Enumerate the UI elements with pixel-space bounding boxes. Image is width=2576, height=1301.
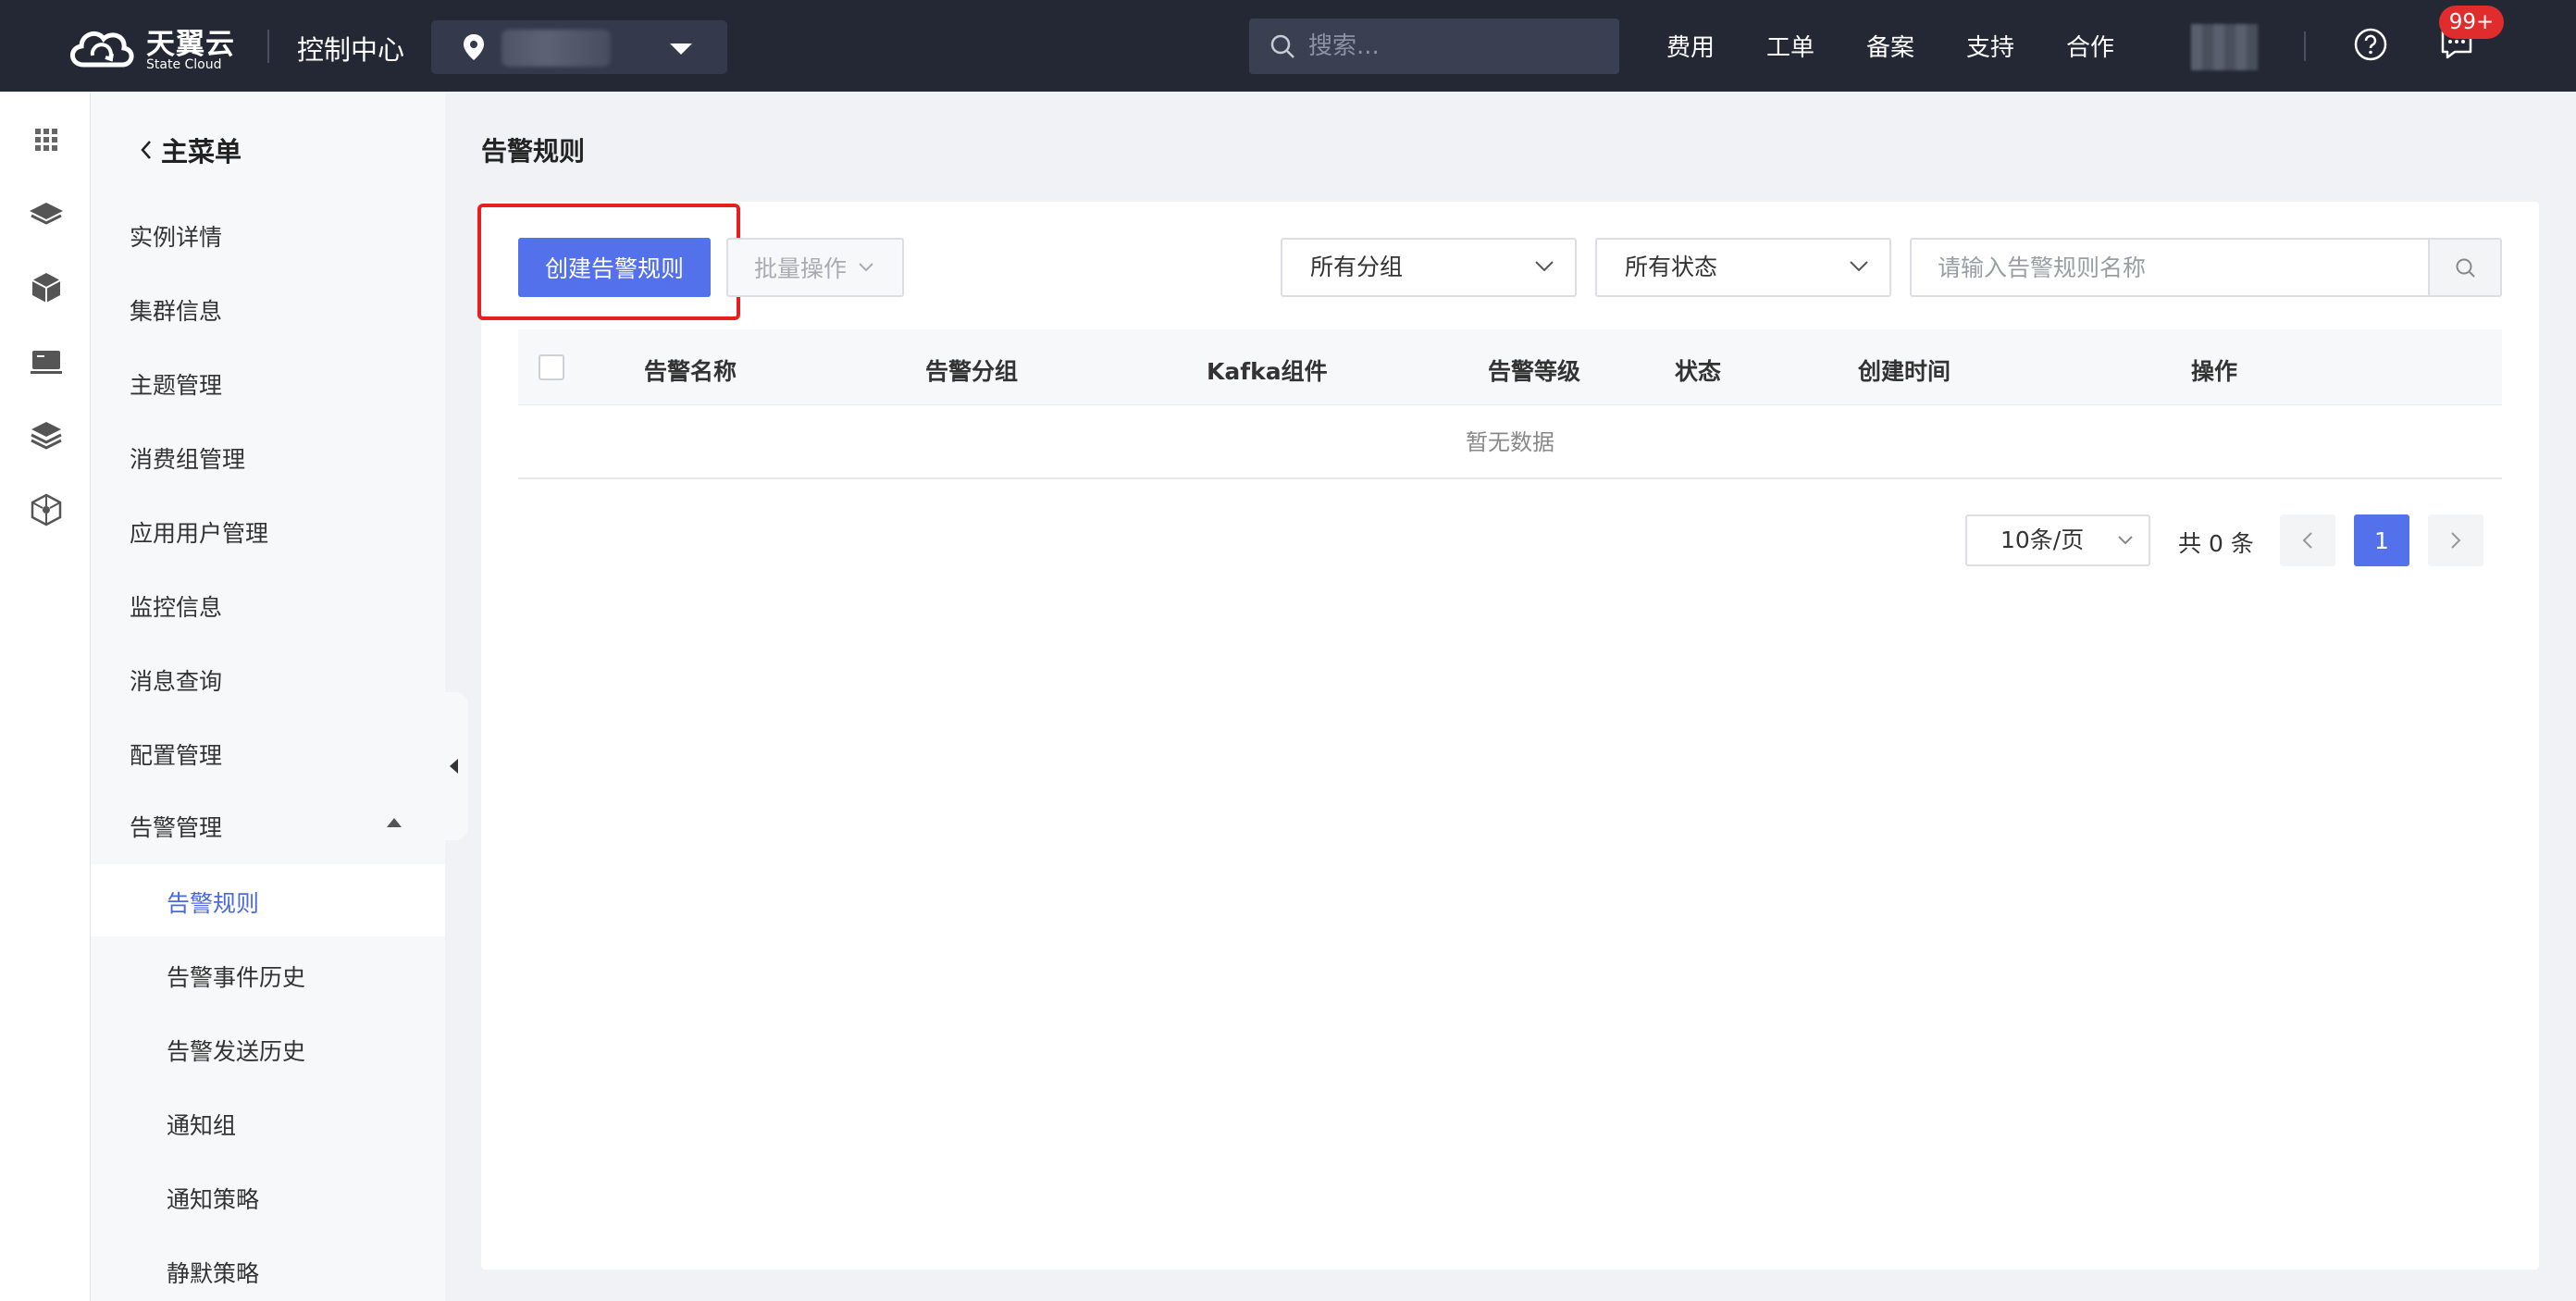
top-nav: 费用 工单 备案 支持 合作 [1666, 29, 2166, 63]
alarm-name-search [1910, 238, 2502, 297]
brand-name: 天翼云 [146, 28, 235, 61]
nav-support[interactable]: 支持 [1966, 29, 2066, 63]
column-actions: 操作 [2191, 358, 2238, 385]
page-title: 告警规则 [481, 136, 586, 167]
menu-cluster-info[interactable]: 集群信息 [130, 293, 222, 327]
pagination-next-button[interactable] [2428, 514, 2483, 566]
chevron-right-icon [2451, 532, 2461, 549]
apps-grid-icon[interactable] [28, 121, 65, 158]
chevron-up-icon[interactable] [387, 818, 402, 827]
brand-subtitle: State Cloud [146, 57, 222, 72]
menu-consumer-group[interactable]: 消费组管理 [130, 441, 245, 475]
submenu-alarm-rules[interactable]: 告警规则 [167, 886, 259, 919]
column-kafka-component[interactable]: Kafka组件 [1207, 353, 1328, 387]
top-bar: 天翼云 State Cloud 控制中心 费用 工单 备案 支持 合作 9 [0, 0, 2576, 92]
group-filter-select[interactable]: 所有分组 [1281, 238, 1577, 297]
console-title[interactable]: 控制中心 [297, 29, 404, 68]
batch-operation-label: 批量操作 [754, 255, 848, 282]
network-icon[interactable] [28, 491, 65, 528]
group-filter-value: 所有分组 [1310, 254, 1404, 280]
submenu-alarm-event-history[interactable]: 告警事件历史 [167, 960, 305, 993]
menu-alarm-management[interactable]: 告警管理 [130, 810, 222, 843]
submenu-notify-policy[interactable]: 通知策略 [167, 1182, 259, 1215]
alarm-name-search-input[interactable] [1938, 249, 2419, 286]
monitor-icon[interactable] [28, 343, 65, 380]
column-alarm-name[interactable]: 告警名称 [644, 353, 737, 387]
layers-icon[interactable] [28, 195, 65, 232]
nav-billing[interactable]: 费用 [1666, 29, 1766, 63]
divider [2304, 31, 2306, 61]
side-menu: 主菜单 实例详情 集群信息 主题管理 消费组管理 应用用户管理 监控信息 消息查… [91, 92, 445, 1301]
main-menu-label: 主菜单 [161, 136, 242, 167]
column-created-time[interactable]: 创建时间 [1858, 353, 1951, 387]
menu-message-query[interactable]: 消息查询 [130, 663, 222, 697]
cloud-logo-icon [70, 31, 134, 68]
column-alarm-level[interactable]: 告警等级 [1488, 353, 1580, 387]
nav-partner[interactable]: 合作 [2066, 29, 2166, 63]
column-status[interactable]: 状态 [1675, 353, 1721, 387]
global-search-input[interactable] [1308, 30, 1586, 63]
collapse-left-icon [450, 759, 458, 774]
batch-operation-button[interactable]: 批量操作 [726, 238, 904, 297]
help-icon[interactable] [2354, 28, 2387, 61]
nav-filing[interactable]: 备案 [1866, 29, 1966, 63]
search-icon [1270, 34, 1294, 58]
region-name-redacted [502, 30, 611, 67]
nav-tickets[interactable]: 工单 [1766, 29, 1866, 63]
pagination-total: 共 0 条 [2178, 530, 2254, 557]
chevron-down-icon [1535, 261, 1554, 272]
divider [267, 30, 269, 63]
menu-instance-details[interactable]: 实例详情 [130, 219, 222, 253]
page-size-value: 10条/页 [2000, 527, 2085, 553]
global-search[interactable] [1249, 19, 1619, 74]
table-header: 告警名称 告警分组 Kafka组件 告警等级 状态 创建时间 操作 [518, 329, 2502, 405]
alarm-rules-card: 创建告警规则 批量操作 所有分组 所有状态 告警名称 告警分组 Kafka组件 [477, 202, 2539, 1270]
create-alarm-rule-button[interactable]: 创建告警规则 [518, 238, 711, 297]
menu-app-users[interactable]: 应用用户管理 [130, 515, 268, 549]
chevron-left-icon [2302, 532, 2312, 549]
submenu-silence-policy[interactable]: 静默策略 [167, 1256, 259, 1289]
menu-monitoring[interactable]: 监控信息 [130, 589, 222, 623]
state-cloud-logo[interactable]: 天翼云 State Cloud [65, 22, 259, 72]
submenu-notify-group[interactable]: 通知组 [167, 1108, 236, 1141]
main-menu-back[interactable]: 主菜单 [139, 130, 242, 169]
product-icon-rail [0, 92, 91, 1301]
page-size-select[interactable]: 10条/页 [1965, 514, 2150, 566]
menu-config-management[interactable]: 配置管理 [130, 737, 222, 771]
search-icon [2456, 258, 2475, 278]
location-pin-icon [464, 34, 484, 60]
chevron-down-icon [1850, 261, 1868, 272]
submenu-alarm-send-history[interactable]: 告警发送历史 [167, 1034, 305, 1067]
chevron-down-icon [859, 263, 873, 272]
pagination-page-1[interactable]: 1 [2354, 514, 2409, 566]
user-avatar[interactable] [2191, 24, 2258, 70]
status-filter-select[interactable]: 所有状态 [1595, 238, 1891, 297]
notification-badge: 99+ [2439, 6, 2504, 39]
alarm-name-search-button[interactable] [2428, 240, 2500, 295]
menu-topic-management[interactable]: 主题管理 [130, 367, 222, 401]
column-alarm-group[interactable]: 告警分组 [925, 353, 1018, 387]
stack-icon[interactable] [28, 417, 65, 454]
status-filter-value: 所有状态 [1625, 254, 1718, 280]
cube-icon[interactable] [28, 269, 65, 306]
sidebar-collapse-handle[interactable] [444, 692, 468, 840]
select-all-checkbox[interactable] [539, 354, 564, 380]
chevron-down-icon [2118, 536, 2133, 545]
pagination-prev-button[interactable] [2280, 514, 2335, 566]
chevron-down-icon [670, 43, 692, 55]
region-select[interactable] [431, 20, 727, 74]
chevron-left-icon [141, 141, 151, 159]
table-empty-state: 暂无数据 [518, 405, 2502, 479]
active-menu-highlight [91, 864, 445, 936]
